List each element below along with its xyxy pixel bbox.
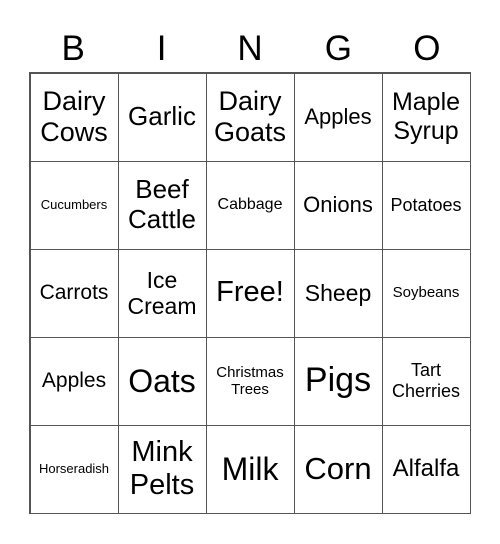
bingo-cell[interactable]: Apples [293,72,383,162]
header-letter-b: B [61,29,85,68]
bingo-cell[interactable]: Horseradish [29,424,119,514]
bingo-cell[interactable]: Oats [117,336,207,426]
bingo-cell[interactable]: Garlic [117,72,207,162]
bingo-cell[interactable]: Onions [293,160,383,250]
bingo-cell[interactable]: Carrots [29,248,119,338]
bingo-cell[interactable]: Potatoes [381,160,471,250]
bingo-cell[interactable]: Alfalfa [381,424,471,514]
bingo-cell[interactable]: Cucumbers [29,160,119,250]
bingo-cell[interactable]: Cabbage [205,160,295,250]
header-letter-i: I [156,29,167,68]
bingo-cell[interactable]: Milk [205,424,295,514]
bingo-cell[interactable]: Maple Syrup [381,72,471,162]
bingo-cell[interactable]: Mink Pelts [117,424,207,514]
bingo-cell[interactable]: Ice Cream [117,248,207,338]
header-letter-o: O [413,29,441,68]
bingo-grid: Dairy Cows Garlic Dairy Goats Apples Map… [29,72,471,514]
bingo-cell[interactable]: Apples [29,336,119,426]
bingo-cell[interactable]: Dairy Cows [29,72,119,162]
bingo-cell[interactable]: Corn [293,424,383,514]
bingo-cell[interactable]: Tart Cherries [381,336,471,426]
bingo-cell[interactable]: Christmas Trees [205,336,295,426]
header-letter-g: G [324,29,353,68]
bingo-cell[interactable]: Pigs [293,336,383,426]
header-letter-n: N [237,29,263,68]
bingo-cell[interactable]: Dairy Goats [205,72,295,162]
bingo-header: B I N G O [29,26,471,72]
bingo-cell[interactable]: Soybeans [381,248,471,338]
bingo-cell[interactable]: Sheep [293,248,383,338]
bingo-cell[interactable]: Beef Cattle [117,160,207,250]
free-space-cell[interactable]: Free! [205,248,295,338]
